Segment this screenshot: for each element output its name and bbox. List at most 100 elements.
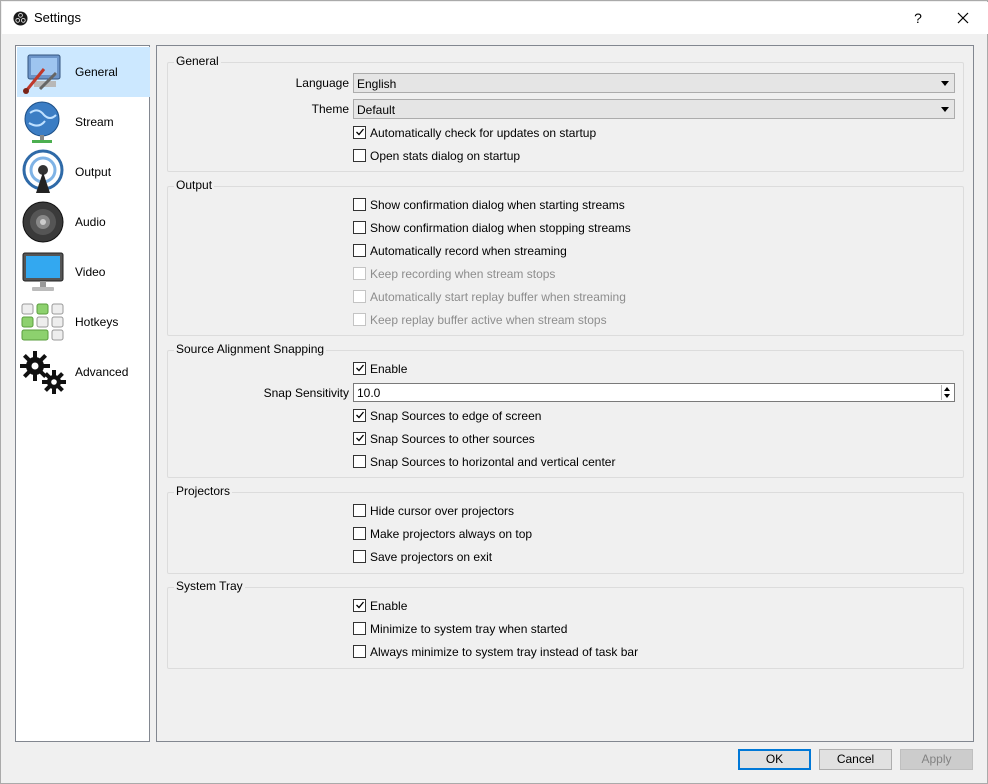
auto-record-checkbox[interactable]: Automatically record when streaming: [168, 241, 963, 261]
minimize-on-start-checkbox[interactable]: Minimize to system tray when started: [168, 619, 963, 639]
general-group: General Language English Theme Default A…: [167, 54, 964, 172]
sidebar-item-output[interactable]: Output: [17, 147, 150, 197]
auto-replay-buffer-checkbox: Automatically start replay buffer when s…: [168, 287, 963, 307]
tray-enable-checkbox[interactable]: Enable: [168, 596, 963, 616]
spin-down-icon[interactable]: [944, 394, 950, 398]
checkbox[interactable]: [353, 432, 366, 445]
spin-buttons[interactable]: [941, 385, 953, 400]
output-icon: [22, 149, 64, 193]
theme-value: Default: [357, 103, 396, 117]
checkmark-icon: [356, 411, 365, 419]
checkbox-label: Show confirmation dialog when stopping s…: [370, 221, 631, 235]
group-title: System Tray: [174, 579, 245, 593]
general-icon: [23, 54, 61, 94]
settings-window: Settings ? General Stream Output Audio V…: [0, 0, 988, 784]
sidebar-item-label: Advanced: [75, 365, 129, 379]
settings-content: General Language English Theme Default A…: [156, 45, 974, 742]
checkbox[interactable]: [353, 645, 366, 658]
group-title: Source Alignment Snapping: [174, 342, 327, 356]
close-icon: [957, 12, 969, 24]
checkbox-label: Minimize to system tray when started: [370, 622, 568, 636]
checkbox[interactable]: [353, 622, 366, 635]
audio-icon: [22, 201, 64, 243]
group-title: Output: [174, 178, 215, 192]
save-projectors-checkbox[interactable]: Save projectors on exit: [168, 547, 963, 567]
checkbox: [353, 267, 366, 280]
title-bar: Settings ?: [2, 2, 988, 34]
check-updates-checkbox[interactable]: Automatically check for updates on start…: [168, 123, 963, 143]
snap-sensitivity-spinbox[interactable]: 10.0: [353, 383, 955, 402]
checkbox[interactable]: [353, 198, 366, 211]
checkbox[interactable]: [353, 455, 366, 468]
always-on-top-checkbox[interactable]: Make projectors always on top: [168, 524, 963, 544]
checkbox[interactable]: [353, 149, 366, 162]
ok-button[interactable]: OK: [738, 749, 811, 770]
theme-label: Theme: [311, 102, 349, 116]
checkbox-label: Save projectors on exit: [370, 550, 493, 564]
spin-up-icon[interactable]: [944, 387, 950, 391]
theme-dropdown[interactable]: Default: [353, 99, 955, 119]
checkbox-label: Keep recording when stream stops: [370, 267, 556, 281]
language-value: English: [357, 77, 397, 91]
checkbox[interactable]: [353, 550, 366, 563]
sidebar-item-label: Hotkeys: [75, 315, 119, 329]
snap-center-checkbox[interactable]: Snap Sources to horizontal and vertical …: [168, 452, 963, 472]
always-minimize-to-tray-checkbox[interactable]: Always minimize to system tray instead o…: [168, 642, 963, 662]
checkbox-label: Snap Sources to edge of screen: [370, 409, 542, 423]
settings-sidebar: General Stream Output Audio Video Hotkey…: [15, 45, 150, 742]
checkbox[interactable]: [353, 362, 366, 375]
confirm-start-checkbox[interactable]: Show confirmation dialog when starting s…: [168, 195, 963, 215]
window-title: Settings: [34, 10, 81, 25]
checkbox: [353, 313, 366, 326]
checkbox-label: Enable: [370, 362, 408, 376]
help-button[interactable]: ?: [900, 2, 936, 34]
projectors-group: Projectors Hide cursor over projectors M…: [167, 484, 964, 574]
sidebar-item-stream[interactable]: Stream: [17, 97, 150, 147]
checkbox-label: Always minimize to system tray instead o…: [370, 645, 639, 659]
checkbox[interactable]: [353, 244, 366, 257]
hide-cursor-checkbox[interactable]: Hide cursor over projectors: [168, 501, 963, 521]
video-icon: [22, 252, 64, 291]
checkmark-icon: [356, 434, 365, 442]
checkbox-label: Automatically start replay buffer when s…: [370, 290, 626, 304]
snap-sensitivity-label: Snap Sensitivity: [263, 386, 349, 400]
checkbox-label: Open stats dialog on startup: [370, 149, 521, 163]
checkbox[interactable]: [353, 504, 366, 517]
checkbox[interactable]: [353, 409, 366, 422]
theme-row: Theme Default: [168, 99, 963, 119]
language-label: Language: [295, 76, 349, 90]
checkbox-label: Keep replay buffer active when stream st…: [370, 313, 607, 327]
checkbox[interactable]: [353, 126, 366, 139]
sidebar-item-label: Stream: [75, 115, 114, 129]
close-button[interactable]: [944, 2, 982, 34]
sidebar-item-audio[interactable]: Audio: [17, 197, 150, 247]
snap-edge-checkbox[interactable]: Snap Sources to edge of screen: [168, 406, 963, 426]
sidebar-item-hotkeys[interactable]: Hotkeys: [17, 297, 150, 347]
confirm-stop-checkbox[interactable]: Show confirmation dialog when stopping s…: [168, 218, 963, 238]
snap-sensitivity-row: Snap Sensitivity 10.0: [168, 383, 963, 403]
language-dropdown[interactable]: English: [353, 73, 955, 93]
chevron-down-icon: [941, 81, 949, 86]
sidebar-item-advanced[interactable]: Advanced: [17, 347, 150, 397]
checkbox[interactable]: [353, 599, 366, 612]
snapping-enable-checkbox[interactable]: Enable: [168, 359, 963, 379]
cancel-button[interactable]: Cancel: [819, 749, 892, 770]
group-title: Projectors: [174, 484, 233, 498]
checkbox-label: Snap Sources to other sources: [370, 432, 535, 446]
checkbox[interactable]: [353, 527, 366, 540]
checkbox-label: Snap Sources to horizontal and vertical …: [370, 455, 616, 469]
sidebar-item-general[interactable]: General: [17, 47, 150, 97]
keep-recording-checkbox: Keep recording when stream stops: [168, 264, 963, 284]
checkbox-label: Make projectors always on top: [370, 527, 533, 541]
sidebar-item-video[interactable]: Video: [17, 247, 150, 297]
open-stats-checkbox[interactable]: Open stats dialog on startup: [168, 146, 963, 166]
checkbox[interactable]: [353, 221, 366, 234]
stream-icon: [24, 101, 60, 143]
snap-other-checkbox[interactable]: Snap Sources to other sources: [168, 429, 963, 449]
system-tray-group: System Tray Enable Minimize to system tr…: [167, 579, 964, 669]
hotkeys-icon: [21, 303, 64, 341]
checkbox: [353, 290, 366, 303]
checkbox-label: Automatically record when streaming: [370, 244, 567, 258]
group-title: General: [174, 54, 221, 68]
apply-button: Apply: [900, 749, 973, 770]
